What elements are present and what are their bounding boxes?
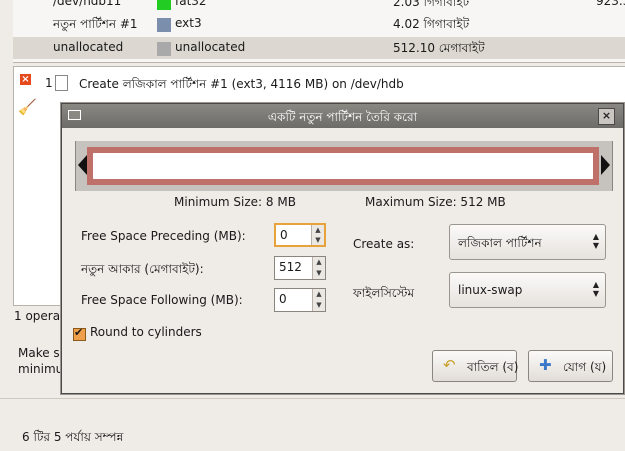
arrow-up-icon[interactable]: ▲ xyxy=(313,257,325,268)
new-size-label: নতুন আকার (মেগাবাইট): xyxy=(81,262,204,276)
undo-operation-icon[interactable]: × xyxy=(20,74,31,85)
clear-operations-icon[interactable]: 🧹 xyxy=(18,98,37,116)
spinner-value: 512 xyxy=(279,260,302,274)
create-partition-dialog: একটি নতুন পার্টিশন তৈরি করো × Minimum Si… xyxy=(61,103,624,394)
filesystem-name: fat32 xyxy=(175,0,207,8)
resize-left-handle-icon[interactable] xyxy=(78,155,87,175)
table-row[interactable]: unallocated unallocated 512.10 মেগাবাইট xyxy=(13,37,625,59)
free-space-following-spinner[interactable]: 0 ▲ ▼ xyxy=(274,288,326,312)
free-space-preceding-label: Free Space Preceding (MB): xyxy=(81,229,246,243)
arrow-up-icon[interactable]: ▲ xyxy=(312,225,324,235)
filesystem-name: unallocated xyxy=(175,40,246,54)
filesystem-color-swatch xyxy=(157,0,171,10)
updown-arrows-icon: ▲ ▼ xyxy=(592,280,599,298)
maximum-size-label: Maximum Size: 512 MB xyxy=(365,195,506,209)
minimum-size-label: Minimum Size: 8 MB xyxy=(174,195,296,209)
filesystem-dropdown[interactable]: linux-swap ▲ ▼ xyxy=(449,272,606,308)
cancel-button[interactable]: ↶ বাতিল (ব) xyxy=(432,350,519,382)
arrow-down-icon[interactable]: ▼ xyxy=(312,235,324,245)
status-text: 6 টির 5 পর্যায় সম্পন্ন xyxy=(22,430,124,444)
partition-used: 923.3 xyxy=(596,0,625,8)
background-info-text: minimu xyxy=(18,362,64,376)
filesystem-name: ext3 xyxy=(175,16,202,30)
create-as-label: Create as: xyxy=(353,237,415,251)
dropdown-value: লজিকাল পার্টিশন xyxy=(458,236,542,250)
partition-list: /dev/hdb11 fat32 2.03 গিগাবাইট 923.3 নতু… xyxy=(13,0,625,63)
updown-arrows-icon: ▲ ▼ xyxy=(592,232,599,250)
filesystem-color-swatch xyxy=(157,42,171,56)
round-to-cylinders-label[interactable]: Round to cylinders xyxy=(90,325,202,339)
partition-bar-fill xyxy=(93,153,593,179)
filesystem-color-swatch xyxy=(157,18,171,32)
partition-size: 4.02 গিগাবাইট xyxy=(393,17,470,31)
free-space-following-label: Free Space Following (MB): xyxy=(81,293,243,307)
partition-size: 512.10 মেগাবাইট xyxy=(393,41,485,55)
arrow-down-icon[interactable]: ▼ xyxy=(313,268,325,279)
add-button[interactable]: ✚ যোগ (য) xyxy=(528,350,613,382)
table-row[interactable]: নতুন পার্টিশন #1 ext3 4.02 গিগাবাইট xyxy=(13,13,625,35)
partition-resizer[interactable] xyxy=(75,141,613,191)
close-button[interactable]: × xyxy=(598,108,615,125)
background-info-text: Make s xyxy=(18,346,60,360)
create-as-dropdown[interactable]: লজিকাল পার্টিশন ▲ ▼ xyxy=(449,224,606,260)
partition-name: নতুন পার্টিশন #1 xyxy=(53,17,138,31)
operation-text: Create লজিকাল পার্টিশন #1 (ext3, 4116 MB… xyxy=(79,77,404,91)
new-size-spinner[interactable]: 512 ▲ ▼ xyxy=(274,256,326,280)
document-icon xyxy=(55,75,68,91)
dropdown-value: linux-swap xyxy=(458,283,523,297)
dialog-title: একটি নতুন পার্টিশন তৈরি করো xyxy=(267,110,418,124)
partition-size: 2.03 গিগাবাইট xyxy=(393,0,470,9)
spinner-value: 0 xyxy=(279,292,287,306)
partition-name: /dev/hdb11 xyxy=(53,0,122,8)
arrow-up-icon[interactable]: ▲ xyxy=(313,289,325,300)
spinner-value: 0 xyxy=(280,228,288,242)
round-to-cylinders-checkbox[interactable] xyxy=(73,326,86,341)
partition-bar[interactable] xyxy=(87,147,599,185)
pending-operations-count: 1 opera xyxy=(14,309,61,323)
filesystem-label: ফাইলসিস্টেম xyxy=(353,286,415,300)
plus-icon: ✚ xyxy=(539,356,552,374)
undo-arrow-icon: ↶ xyxy=(443,356,456,374)
free-space-preceding-spinner[interactable]: 0 ▲ ▼ xyxy=(274,223,326,247)
resize-right-handle-icon[interactable] xyxy=(601,155,610,175)
spinner-arrows[interactable]: ▲ ▼ xyxy=(312,289,325,311)
table-row[interactable]: /dev/hdb11 fat32 2.03 গিগাবাইট 923.3 xyxy=(13,0,625,13)
operation-number: 1 xyxy=(45,76,53,90)
arrow-down-icon[interactable]: ▼ xyxy=(313,300,325,311)
spinner-arrows[interactable]: ▲ ▼ xyxy=(312,257,325,279)
partition-name: unallocated xyxy=(53,40,124,54)
add-button-label: যোগ (য) xyxy=(563,360,607,374)
spinner-arrows[interactable]: ▲ ▼ xyxy=(311,225,324,245)
dialog-titlebar[interactable]: একটি নতুন পার্টিশন তৈরি করো × xyxy=(62,104,623,128)
cancel-button-label: বাতিল (ব) xyxy=(467,360,519,374)
